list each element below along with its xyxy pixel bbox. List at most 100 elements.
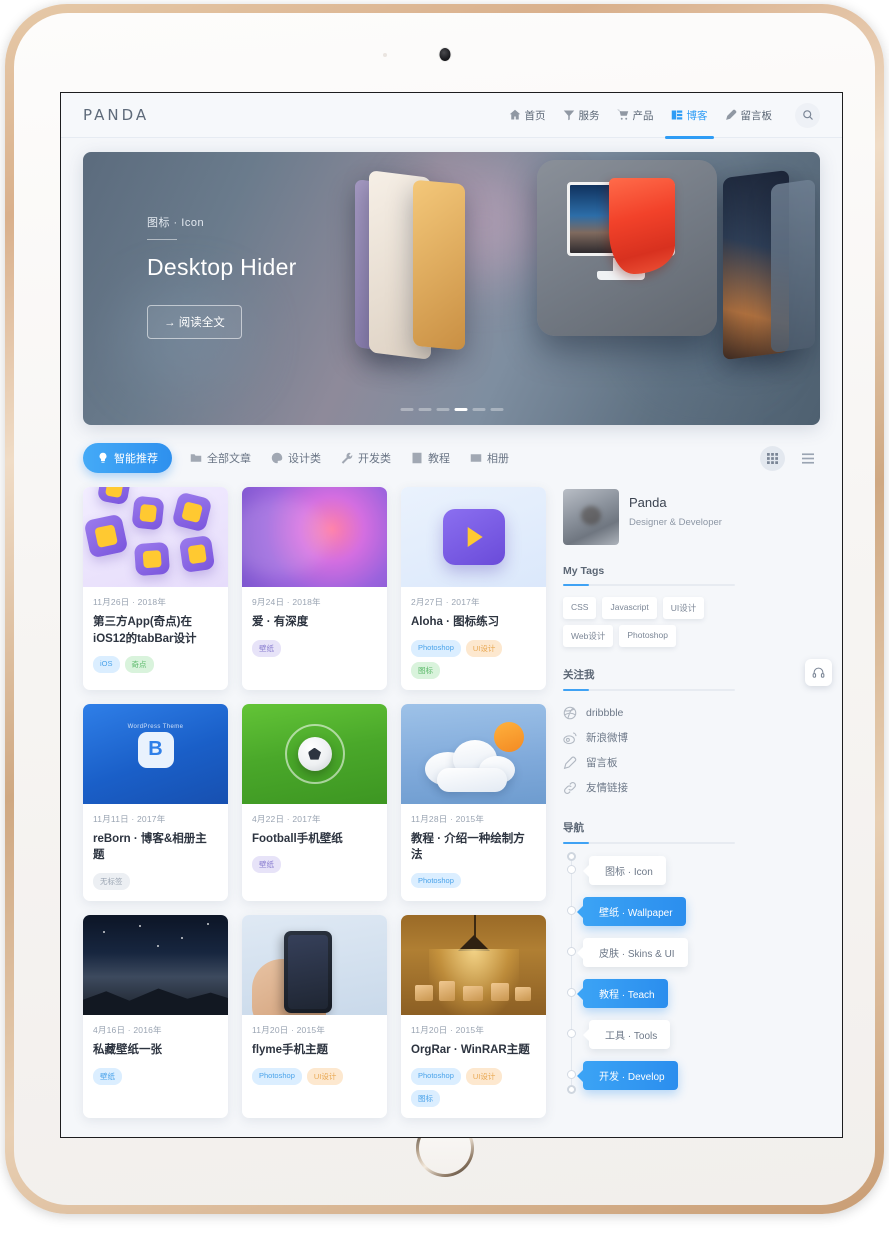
card-tag[interactable]: 奇点 [124, 656, 154, 674]
card-title[interactable]: flyme手机主题 [252, 1042, 377, 1059]
nav-item-guestbook[interactable]: 留言板 [725, 93, 773, 138]
article-card[interactable]: 9月24日 · 2018年 爱 · 有深度 壁纸 [242, 487, 387, 690]
card-tag[interactable]: 无标签 [93, 873, 130, 891]
card-tag[interactable]: Photoshop [411, 639, 461, 657]
card-title[interactable]: 第三方App(奇点)在iOS12的tabBar设计 [93, 614, 218, 647]
site-logo[interactable]: PANDA [83, 106, 149, 124]
article-card[interactable]: 11月20日 · 2015年 OrgRar · WinRAR主题 Photosh… [401, 915, 546, 1118]
search-button[interactable] [795, 102, 820, 128]
timeline-item-teach[interactable]: 教程 · Teach [583, 979, 668, 1008]
article-card[interactable]: 4月22日 · 2017年 Football手机壁纸 壁纸 [242, 703, 387, 902]
timeline-item-wallpaper[interactable]: 壁纸 · Wallpaper [583, 897, 686, 926]
card-tag[interactable]: 壁纸 [93, 1067, 122, 1085]
nav-item-home[interactable]: 首页 [509, 93, 546, 138]
tag-chip[interactable]: CSS [563, 597, 597, 619]
card-tags: Photoshop UI设计 [252, 1067, 377, 1085]
follow-item-dribbble[interactable]: dribbble [563, 701, 735, 725]
timeline-item-tools[interactable]: 工具 · Tools [589, 1020, 671, 1049]
sidebar: Panda Designer & Developer My Tags CSS J… [563, 487, 735, 1118]
tag-chip[interactable]: Javascript [602, 597, 657, 619]
wrench-icon [341, 452, 353, 464]
filter-chip-album[interactable]: 相册 [470, 450, 509, 466]
nav-item-products[interactable]: 产品 [616, 93, 654, 138]
read-more-button[interactable]: → 阅读全文 [147, 305, 242, 339]
card-tag[interactable]: 壁纸 [252, 639, 281, 657]
timeline-item-develop[interactable]: 开发 · Develop [583, 1061, 678, 1090]
card-tag[interactable]: iOS [93, 656, 120, 674]
card-body: 11月11日 · 2017年 reBorn · 博客&相册主题 无标签 [83, 804, 228, 901]
filter-chip-tutorial[interactable]: 教程 [411, 450, 450, 466]
filter-chip-recommend[interactable]: 智能推荐 [83, 443, 172, 473]
tag-chip[interactable]: Web设计 [563, 625, 614, 647]
headphone-icon [812, 667, 825, 678]
icon-set-artwork [83, 487, 228, 587]
card-tag[interactable]: Photoshop [252, 1067, 302, 1085]
article-card[interactable]: 2月27日 · 2017年 Aloha · 图标练习 Photoshop UI设… [401, 487, 546, 690]
card-tag[interactable]: UI设计 [465, 639, 503, 657]
card-tag[interactable]: Photoshop [411, 873, 461, 889]
card-title[interactable]: Aloha · 图标练习 [411, 614, 536, 631]
card-title[interactable]: 爱 · 有深度 [252, 614, 377, 631]
book-icon [412, 452, 422, 464]
tag-chip[interactable]: UI设计 [662, 597, 705, 619]
timeline-node: 开发 · Develop [567, 1061, 735, 1090]
card-title[interactable]: 私藏壁纸一张 [93, 1042, 218, 1059]
carousel-dot[interactable] [436, 408, 449, 411]
list-view-button[interactable] [795, 446, 820, 471]
tag-chip[interactable]: Photoshop [619, 625, 676, 647]
play-icon-artwork [401, 487, 546, 587]
content-area: 11月26日 · 2018年 第三方App(奇点)在iOS12的tabBar设计… [61, 473, 842, 1118]
device-screen: PANDA 首页 服务 产品 博客 留言板 图标 · Icon Desktop … [60, 92, 843, 1138]
follow-label: 友情链接 [586, 782, 628, 794]
section-title: 导航 [563, 822, 584, 834]
card-date: 11月20日 · 2015年 [252, 1025, 326, 1036]
follow-item-links[interactable]: 友情链接 [563, 775, 735, 800]
nav-item-services[interactable]: 服务 [563, 93, 600, 138]
follow-item-guestbook[interactable]: 留言板 [563, 750, 735, 775]
timeline-item-skins[interactable]: 皮肤 · Skins & UI [583, 938, 688, 967]
carousel-dot[interactable] [490, 408, 503, 411]
timeline-item-icon[interactable]: 图标 · Icon [589, 856, 666, 885]
timeline-cap-top [567, 852, 576, 861]
section-title: 关注我 [563, 669, 595, 681]
card-tag[interactable]: 图标 [411, 1089, 440, 1107]
grid-view-button[interactable] [760, 445, 785, 471]
filter-chip-all-posts[interactable]: 全部文章 [190, 450, 251, 466]
cart-icon [616, 109, 628, 120]
card-tag[interactable]: UI设计 [465, 1067, 503, 1085]
timeline-node: 壁纸 · Wallpaper [567, 897, 735, 926]
card-title[interactable]: 教程 · 介绍一种绘制方法 [411, 831, 536, 864]
card-tag[interactable]: 图标 [411, 661, 440, 679]
article-card[interactable]: 4月16日 · 2016年 私藏壁纸一张 壁纸 [83, 915, 228, 1118]
filter-chip-design[interactable]: 设计类 [271, 450, 321, 466]
article-card[interactable]: WordPress Theme B 11月11日 · 2017年 reBorn … [83, 703, 228, 902]
carousel-dot-active[interactable] [454, 408, 467, 411]
card-tag[interactable]: Photoshop [411, 1067, 461, 1085]
card-title[interactable]: reBorn · 博客&相册主题 [93, 831, 218, 864]
hero-banner[interactable]: 图标 · Icon Desktop Hider → 阅读全文 [83, 152, 820, 425]
soccer-ball-icon [297, 736, 332, 771]
card-tag[interactable]: 壁纸 [252, 856, 281, 874]
artwork-caption: WordPress Theme [127, 723, 184, 730]
carousel-dot[interactable] [472, 408, 485, 411]
article-card[interactable]: 11月26日 · 2018年 第三方App(奇点)在iOS12的tabBar设计… [83, 487, 228, 690]
card-title[interactable]: Football手机壁纸 [252, 831, 377, 848]
card-date: 4月22日 · 2017年 [252, 813, 321, 824]
carousel-dot[interactable] [418, 408, 431, 411]
chip-label: 教程 [428, 453, 450, 465]
article-card[interactable]: 11月20日 · 2015年 flyme手机主题 Photoshop UI设计 [242, 915, 387, 1118]
phone-icon [284, 931, 332, 1014]
card-title[interactable]: OrgRar · WinRAR主题 [411, 1042, 536, 1059]
follow-item-weibo[interactable]: 新浪微博 [563, 725, 735, 750]
filter-chip-develop[interactable]: 开发类 [341, 450, 391, 466]
nav-label: 首页 [524, 109, 546, 122]
card-tag[interactable]: UI设计 [306, 1067, 344, 1085]
nav-item-blog[interactable]: 博客 [664, 93, 714, 139]
nav-label: 留言板 [740, 109, 773, 122]
article-card[interactable]: 11月28日 · 2015年 教程 · 介绍一种绘制方法 Photoshop [401, 703, 546, 902]
avatar[interactable] [563, 489, 619, 545]
palette-icon [271, 452, 283, 464]
music-player-button[interactable] [805, 659, 832, 686]
funnel-icon [563, 110, 574, 121]
carousel-dot[interactable] [400, 408, 413, 411]
